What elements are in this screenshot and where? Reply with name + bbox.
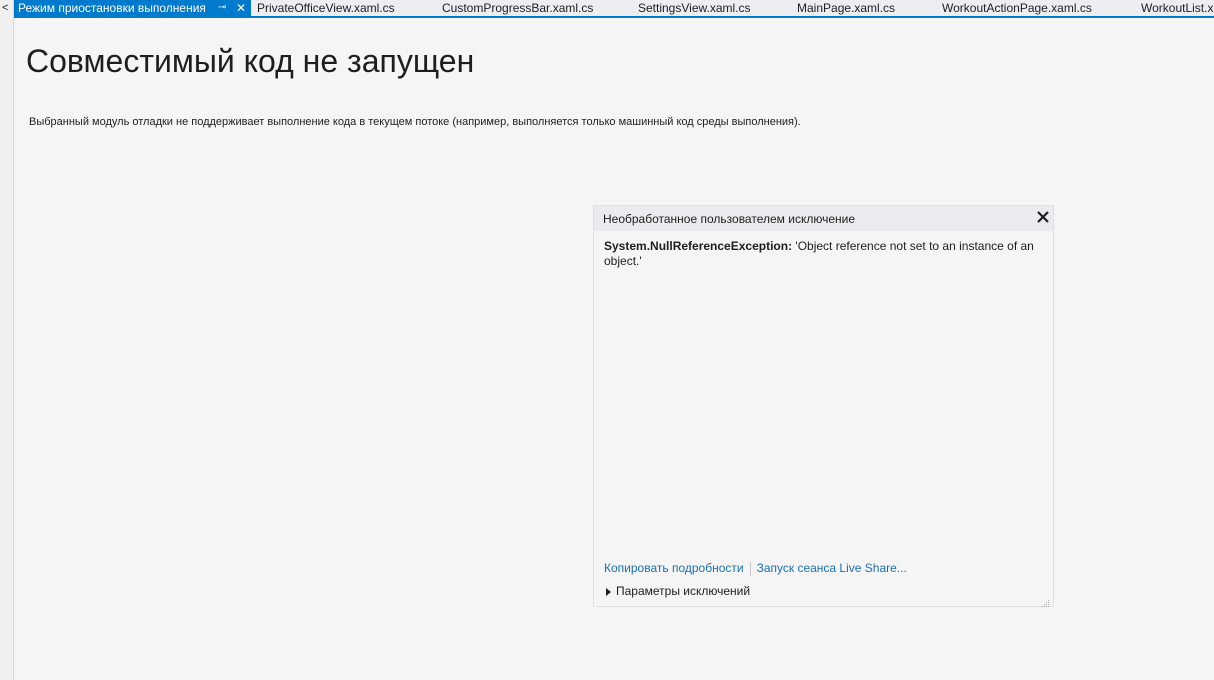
link-separator [749, 561, 751, 576]
tab-label: MainPage.xaml.cs [797, 1, 896, 15]
tab-custom-progress-bar[interactable]: CustomProgressBar.xaml.cs [442, 0, 593, 16]
resize-grip-icon[interactable] [1042, 595, 1050, 607]
debugger-window: < Режим приостановки выполнения ⊸ ✕ Priv… [0, 0, 1214, 680]
exception-settings-label: Параметры исключений [616, 584, 751, 598]
document-tab-bar: Режим приостановки выполнения ⊸ ✕ Privat… [14, 0, 1214, 18]
exception-links: Копировать подробности Запуск сеанса Live… [604, 561, 907, 576]
page-title: Совместимый код не запущен [26, 43, 475, 79]
exception-popup: Необработанное пользователем исключение … [593, 205, 1054, 607]
pin-icon[interactable]: ⊸ [218, 0, 226, 16]
exception-title: Необработанное пользователем исключение [603, 212, 855, 226]
tab-workout-action-page[interactable]: WorkoutActionPage.xaml.cs [942, 0, 1092, 16]
exception-settings-toggle[interactable]: Параметры исключений [606, 584, 750, 598]
page-description: Выбранный модуль отладки не поддерживает… [29, 116, 801, 128]
tab-label: CustomProgressBar.xaml.cs [442, 1, 594, 15]
exception-message: System.NullReferenceException: 'Object r… [604, 239, 1034, 269]
close-icon[interactable]: ✕ [236, 0, 246, 16]
live-share-link[interactable]: Запуск сеанса Live Share... [757, 561, 907, 575]
tab-label: WorkoutList.x [1141, 1, 1214, 15]
copy-details-link[interactable]: Копировать подробности [604, 561, 744, 575]
tab-label: SettingsView.xaml.cs [638, 1, 751, 15]
tab-workout-list[interactable]: WorkoutList.x [1141, 0, 1213, 16]
tab-main-page[interactable]: MainPage.xaml.cs [797, 0, 895, 16]
tab-private-office-view[interactable]: PrivateOfficeView.xaml.cs [257, 0, 395, 16]
exception-header: Необработанное пользователем исключение [594, 206, 1053, 231]
tab-settings-view[interactable]: SettingsView.xaml.cs [638, 0, 751, 16]
exception-type: System.NullReferenceException: [604, 239, 793, 253]
triangle-right-icon[interactable] [606, 587, 611, 596]
left-scroll-strip[interactable]: < [0, 0, 14, 680]
tab-label: PrivateOfficeView.xaml.cs [257, 1, 395, 15]
scroll-left-icon[interactable]: < [2, 2, 8, 14]
tab-label: Режим приостановки выполнения [18, 1, 206, 15]
tab-break-mode[interactable]: Режим приостановки выполнения ⊸ ✕ [14, 0, 251, 16]
close-icon[interactable] [1035, 209, 1051, 225]
tab-label: WorkoutActionPage.xaml.cs [942, 1, 1092, 15]
